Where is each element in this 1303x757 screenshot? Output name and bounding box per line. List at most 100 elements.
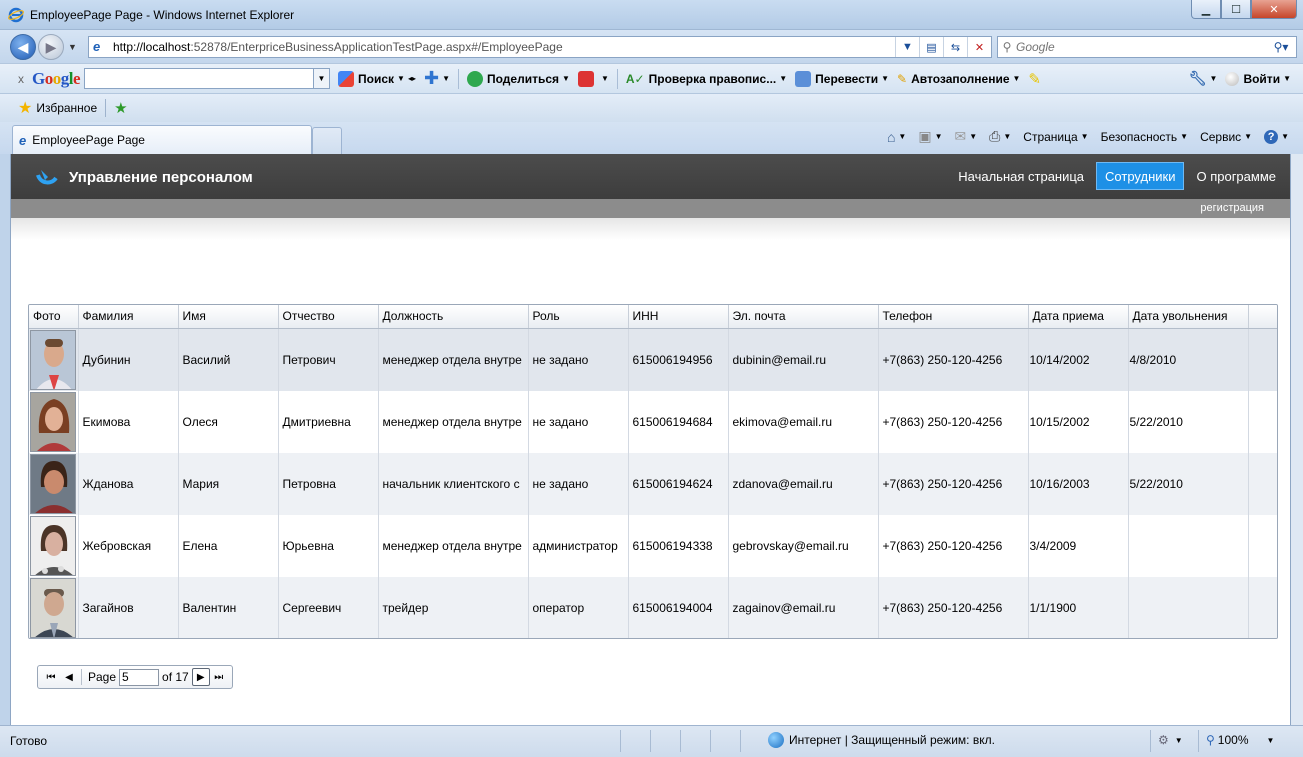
- position-cell: начальник клиентского с: [378, 452, 529, 515]
- phone-cell: +7(863) 250-120-4256: [878, 452, 1029, 515]
- column-header-first-name[interactable]: Имя: [178, 305, 279, 329]
- chevron-down-icon[interactable]: ▼: [313, 69, 330, 88]
- page-number-input[interactable]: [119, 668, 160, 686]
- middle-name-cell: Сергеевич: [278, 576, 379, 638]
- phone-cell: +7(863) 250-120-4256: [878, 514, 1029, 577]
- photo-cell: [29, 390, 79, 453]
- table-row[interactable]: Жданова Мария Петровна начальник клиентс…: [29, 452, 1277, 515]
- zoom-button[interactable]: ⚲ 100% ▼: [1206, 733, 1274, 747]
- browser-search-input[interactable]: [1016, 40, 1266, 54]
- last-name-cell: Загайнов: [78, 576, 179, 638]
- app-header: Управление персоналом Начальная страница…: [11, 154, 1290, 199]
- nav-about[interactable]: О программе: [1188, 162, 1284, 190]
- mail-icon: ✉: [954, 128, 967, 144]
- column-header-phone[interactable]: Телефон: [878, 305, 1029, 329]
- column-header-role[interactable]: Роль: [528, 305, 629, 329]
- url-field[interactable]: e http://localhost:52878/EnterpriceBusin…: [88, 36, 992, 58]
- last-page-button[interactable]: ⏭︎: [210, 668, 228, 686]
- google-search-button[interactable]: Поиск ▼ ◂▸: [338, 70, 416, 87]
- tab-employee-page[interactable]: e EmployeePage Page: [12, 125, 312, 154]
- home-button[interactable]: ⌂ ▼: [887, 129, 906, 145]
- add-favorite-icon[interactable]: ★: [114, 99, 127, 117]
- command-bar: ⌂ ▼ ▣ ▼ ✉ ▼ ⎙ ▼ Страница ▼ Безопасность ▼ Серв…: [875, 128, 1289, 145]
- email-cell: ekimova@email.ru: [728, 390, 879, 453]
- wrench-icon: 🔧︎: [1188, 70, 1207, 86]
- google-search-input[interactable]: ▼: [84, 68, 331, 89]
- signin-button[interactable]: Войти ▼: [1225, 71, 1291, 86]
- refresh-icon[interactable]: ⇆: [943, 37, 967, 57]
- search-go-icon[interactable]: ⚲▾: [1266, 40, 1296, 54]
- security-zone[interactable]: Интернет | Защищенный режим: вкл.: [768, 732, 995, 748]
- position-cell: менеджер отдела внутре: [378, 514, 529, 577]
- app-logo-icon: [36, 170, 58, 185]
- toolbar-settings-button[interactable]: 🔧︎ ▼: [1189, 70, 1218, 87]
- toolbar-close-icon[interactable]: x: [10, 72, 32, 86]
- next-page-button[interactable]: ▶: [191, 668, 210, 686]
- app-nav: Начальная страница Сотрудники О программ…: [946, 162, 1290, 190]
- column-header-middle-name[interactable]: Отчество: [278, 305, 379, 329]
- email-cell: gebrovskay@email.ru: [728, 514, 879, 577]
- share-button[interactable]: Поделиться ▼: [467, 70, 570, 87]
- printer-icon: ⎙: [989, 128, 1001, 144]
- close-window-button[interactable]: ✕: [1251, 0, 1297, 19]
- protected-mode-button[interactable]: ⚙ ▼: [1158, 733, 1183, 747]
- feeds-button[interactable]: ▣ ▼: [918, 128, 942, 145]
- browser-search-box[interactable]: ⚲ ⚲▾: [997, 36, 1297, 58]
- table-row[interactable]: Екимова Олеся Дмитриевна менеджер отдела…: [29, 390, 1277, 453]
- hire-date-cell: 10/15/2002: [1028, 390, 1129, 453]
- highlight-button[interactable]: ✎: [1028, 70, 1041, 88]
- spellcheck-button[interactable]: A✓ Проверка правопис... ▼: [626, 72, 787, 86]
- table-row[interactable]: Загайнов Валентин Сергеевич трейдер опер…: [29, 576, 1277, 638]
- register-link[interactable]: регистрация: [1200, 202, 1264, 214]
- help-button[interactable]: ? ▼: [1264, 129, 1289, 144]
- column-header-position[interactable]: Должность: [378, 305, 529, 329]
- nav-employees[interactable]: Сотрудники: [1096, 162, 1185, 190]
- column-header-last-name[interactable]: Фамилия: [78, 305, 179, 329]
- maximize-button[interactable]: ☐: [1221, 0, 1251, 19]
- tools-menu[interactable]: Сервис ▼: [1200, 130, 1252, 144]
- block-button[interactable]: ▼: [577, 70, 609, 87]
- photo-cell: [29, 328, 79, 391]
- last-name-cell: Жебровская: [78, 514, 179, 577]
- column-header-hire-date[interactable]: Дата приема: [1028, 305, 1129, 329]
- phone-cell: +7(863) 250-120-4256: [878, 576, 1029, 638]
- page-icon: e: [19, 132, 27, 148]
- hire-date-cell: 3/4/2009: [1028, 514, 1129, 577]
- autofill-button[interactable]: ✎ Автозаполнение ▼: [897, 72, 1020, 86]
- page-viewport: Управление персоналом Начальная страница…: [10, 154, 1291, 725]
- page-menu[interactable]: Страница ▼: [1023, 130, 1088, 144]
- minimize-button[interactable]: ▁: [1191, 0, 1221, 19]
- translate-button[interactable]: Перевести ▼: [795, 70, 889, 87]
- email-cell: zagainov@email.ru: [728, 576, 879, 638]
- zoom-icon: ⚲: [1206, 733, 1215, 747]
- photo-cell: [29, 452, 79, 515]
- last-name-cell: Екимова: [78, 390, 179, 453]
- recent-pages-dropdown[interactable]: ▼: [68, 42, 77, 52]
- column-header-email[interactable]: Эл. почта: [728, 305, 879, 329]
- prev-page-button[interactable]: ◀: [60, 668, 78, 686]
- compatibility-view-icon[interactable]: ▤: [919, 37, 943, 57]
- url-dropdown-icon[interactable]: ▼: [895, 37, 919, 57]
- status-bar: Готово Интернет | Защищенный режим: вкл.…: [0, 725, 1303, 757]
- first-page-button[interactable]: ⏮︎: [42, 668, 60, 686]
- print-button[interactable]: ⎙ ▼: [989, 128, 1011, 145]
- vertical-scrollbar[interactable]: [1291, 154, 1303, 725]
- new-tab-button[interactable]: [312, 127, 342, 154]
- security-menu[interactable]: Безопасность ▼: [1101, 130, 1188, 144]
- arrow-left-icon: ◀: [17, 38, 29, 55]
- dismissal-date-cell: 5/22/2010: [1128, 452, 1249, 515]
- nav-home[interactable]: Начальная страница: [950, 162, 1092, 190]
- mail-button[interactable]: ✉ ▼: [955, 128, 978, 145]
- add-button[interactable]: ✚ ▼: [424, 68, 450, 89]
- hire-date-cell: 10/14/2002: [1028, 328, 1129, 391]
- stop-icon[interactable]: ✕: [967, 37, 991, 57]
- forward-button[interactable]: ▶: [38, 34, 64, 60]
- favorites-button[interactable]: Избранное: [36, 101, 97, 115]
- column-header-inn[interactable]: ИНН: [628, 305, 729, 329]
- table-row[interactable]: Дубинин Василий Петрович менеджер отдела…: [29, 328, 1277, 391]
- url-text[interactable]: http://localhost:52878/EnterpriceBusines…: [113, 40, 895, 54]
- column-header-photo[interactable]: Фото: [29, 305, 79, 329]
- column-header-dismissal-date[interactable]: Дата увольнения: [1128, 305, 1249, 329]
- back-button[interactable]: ◀: [10, 34, 36, 60]
- table-row[interactable]: Жебровская Елена Юрьевна менеджер отдела…: [29, 514, 1277, 577]
